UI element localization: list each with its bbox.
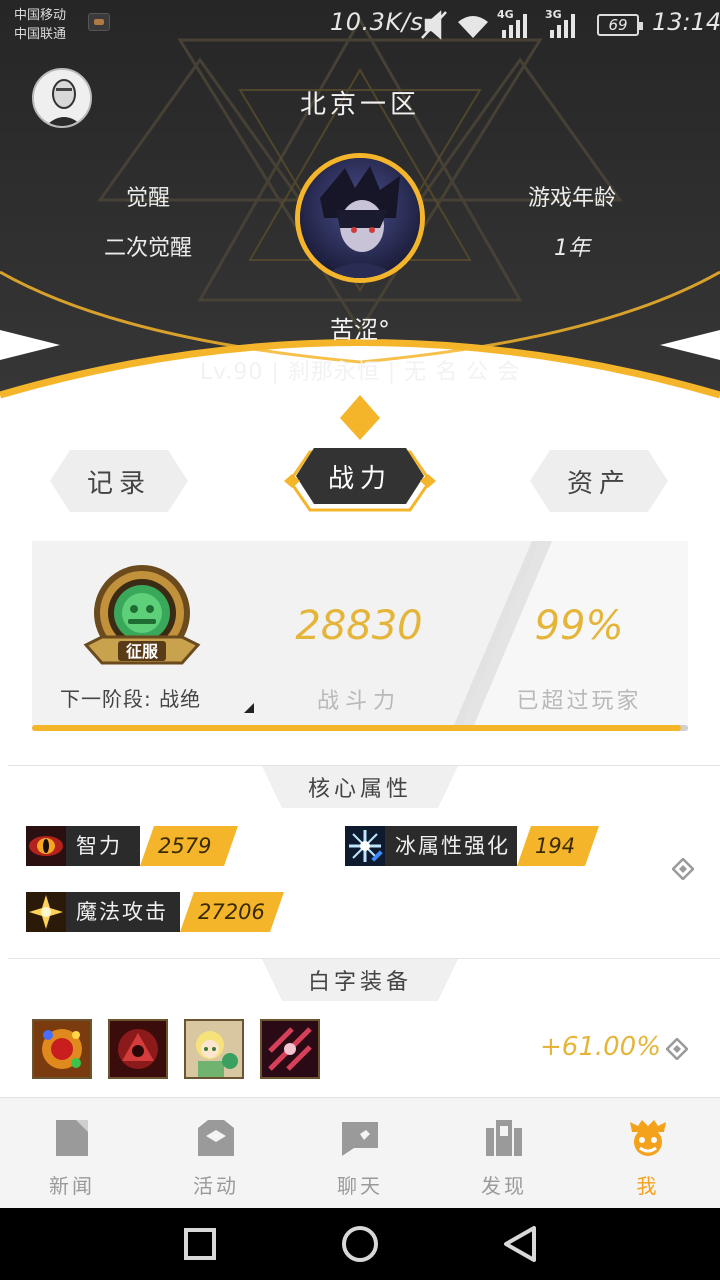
rank-percent-label: 已超过玩家 bbox=[516, 689, 642, 714]
tab-power-label: 战力 bbox=[327, 463, 392, 494]
nav-news[interactable]: 新闻 bbox=[0, 1098, 144, 1209]
equipment-more-icon[interactable] bbox=[666, 1038, 688, 1060]
nav-chat-label: 聊天 bbox=[337, 1174, 383, 1198]
attributes-more-icon[interactable] bbox=[672, 858, 694, 880]
equipment-slot-1[interactable] bbox=[32, 1019, 92, 1079]
game-age-label: 游戏年龄 bbox=[527, 186, 616, 211]
attribute-value: 27206 bbox=[198, 900, 265, 924]
chat-icon bbox=[342, 1122, 378, 1156]
discover-icon bbox=[486, 1120, 522, 1156]
red-eye-icon bbox=[26, 826, 66, 866]
battery-icon: 69 bbox=[597, 14, 643, 36]
nav-news-label: 新闻 bbox=[49, 1174, 95, 1198]
svg-text:4G: 4G bbox=[497, 8, 514, 21]
core-attributes-title: 核心属性 bbox=[262, 766, 458, 808]
rank-percent-value: 99% bbox=[534, 603, 624, 649]
attribute-name: 冰属性强化 bbox=[385, 826, 517, 866]
game-age-value: 1年 bbox=[554, 236, 590, 261]
attribute-value-box: 194 bbox=[517, 826, 599, 866]
wifi-icon bbox=[458, 16, 488, 38]
clock: 13:14 bbox=[652, 8, 720, 36]
power-progress-fill bbox=[32, 725, 682, 731]
next-stage-text[interactable]: 下一阶段: 战绝 bbox=[60, 683, 201, 712]
nav-chat[interactable]: 聊天 bbox=[288, 1098, 432, 1209]
equipment-slot-2[interactable] bbox=[108, 1019, 168, 1079]
orb-equipment-icon bbox=[34, 1021, 90, 1077]
magic-burst-icon bbox=[26, 892, 66, 932]
awakening-label: 觉醒 bbox=[125, 186, 170, 211]
tab-records[interactable]: 记录 bbox=[50, 450, 188, 512]
activity-icon bbox=[198, 1120, 234, 1156]
status-bar: 中国移动 中国联通 10.3K/s 4G 3G 69 13:14 bbox=[0, 0, 720, 50]
system-nav-icons bbox=[184, 1226, 536, 1262]
attribute-intelligence: 智力 2579 bbox=[26, 826, 238, 866]
power-label: 战斗力 bbox=[316, 689, 401, 714]
carrier-2: 中国联通 bbox=[14, 27, 67, 42]
mute-icon bbox=[421, 10, 447, 40]
signal-4g-icon: 4G bbox=[497, 8, 527, 38]
character-portrait-image bbox=[300, 158, 420, 278]
home-icon bbox=[342, 1226, 378, 1262]
bottom-nav: 新闻 活动 聊天 发现 我 bbox=[0, 1097, 720, 1208]
net-speed: 10.3K/s bbox=[330, 8, 424, 36]
player-name: 苦涩° bbox=[330, 316, 390, 344]
core-attributes-title-text: 核心属性 bbox=[307, 777, 412, 802]
equipment-title: 白字装备 bbox=[262, 959, 458, 1001]
status-icons: 4G 3G bbox=[421, 8, 575, 40]
signal-3g-icon: 3G bbox=[545, 8, 575, 38]
equipment-slot-3[interactable] bbox=[184, 1019, 244, 1079]
equipment-slot-4[interactable] bbox=[260, 1019, 320, 1079]
nav-discover-label: 发现 bbox=[481, 1174, 527, 1198]
profile-header: 中国移动 中国联通 10.3K/s 4G 3G 69 13:14 北京一区 觉醒… bbox=[0, 0, 720, 450]
nav-activity[interactable]: 活动 bbox=[144, 1098, 288, 1209]
attribute-name: 智力 bbox=[66, 826, 140, 866]
nav-me-label: 我 bbox=[636, 1174, 660, 1198]
attribute-value: 194 bbox=[535, 834, 576, 858]
nav-me[interactable]: 我 bbox=[576, 1098, 720, 1209]
equipment-title-text: 白字装备 bbox=[307, 970, 412, 995]
power-progress-track bbox=[32, 725, 688, 731]
carrier-labels: 中国移动 中国联通 bbox=[14, 6, 66, 44]
player-info-line: Lv.90 | 刹那永恒 | 无 名 公 会 bbox=[199, 360, 521, 385]
power-value: 28830 bbox=[295, 603, 423, 649]
attribute-magic-attack: 魔法攻击 27206 bbox=[26, 892, 286, 932]
awakening-value: 二次觉醒 bbox=[103, 236, 192, 261]
user-avatar[interactable] bbox=[32, 68, 92, 128]
attribute-value-box: 2579 bbox=[140, 826, 238, 866]
tab-assets-label: 资产 bbox=[566, 468, 631, 499]
next-stage-corner-icon bbox=[244, 703, 254, 713]
attribute-name: 魔法攻击 bbox=[66, 892, 180, 932]
attribute-ice-enhancement: 冰属性强化 194 bbox=[345, 826, 605, 866]
equipment-bonus: +61.00% bbox=[540, 1032, 661, 1062]
notification-icon bbox=[88, 13, 110, 31]
tab-records-label: 记录 bbox=[86, 468, 151, 499]
nav-activity-label: 活动 bbox=[193, 1174, 239, 1198]
carrier-1: 中国移动 bbox=[14, 8, 67, 23]
red-armor-equipment-icon bbox=[110, 1021, 166, 1077]
nav-discover[interactable]: 发现 bbox=[432, 1098, 576, 1209]
attribute-value: 2579 bbox=[158, 834, 212, 858]
server-name: 北京一区 bbox=[299, 90, 420, 120]
recent-apps-icon bbox=[184, 1228, 216, 1260]
tab-assets[interactable]: 资产 bbox=[530, 450, 668, 512]
system-nav-bar bbox=[0, 1208, 720, 1280]
news-icon bbox=[56, 1120, 88, 1156]
svg-text:3G: 3G bbox=[545, 8, 562, 21]
weapon-equipment-icon bbox=[262, 1021, 318, 1077]
attribute-value-box: 27206 bbox=[180, 892, 284, 932]
power-card: 征服 下一阶段: 战绝 28830 战斗力 99% 已超过玩家 bbox=[32, 541, 688, 731]
back-icon bbox=[504, 1226, 536, 1262]
me-icon bbox=[630, 1120, 666, 1156]
rank-badge-label: 征服 bbox=[125, 642, 158, 661]
character-portrait[interactable] bbox=[295, 153, 425, 283]
tab-power[interactable]: 战力 bbox=[284, 444, 436, 516]
character-equipment-icon bbox=[186, 1021, 242, 1077]
ice-crystal-icon bbox=[345, 826, 385, 866]
